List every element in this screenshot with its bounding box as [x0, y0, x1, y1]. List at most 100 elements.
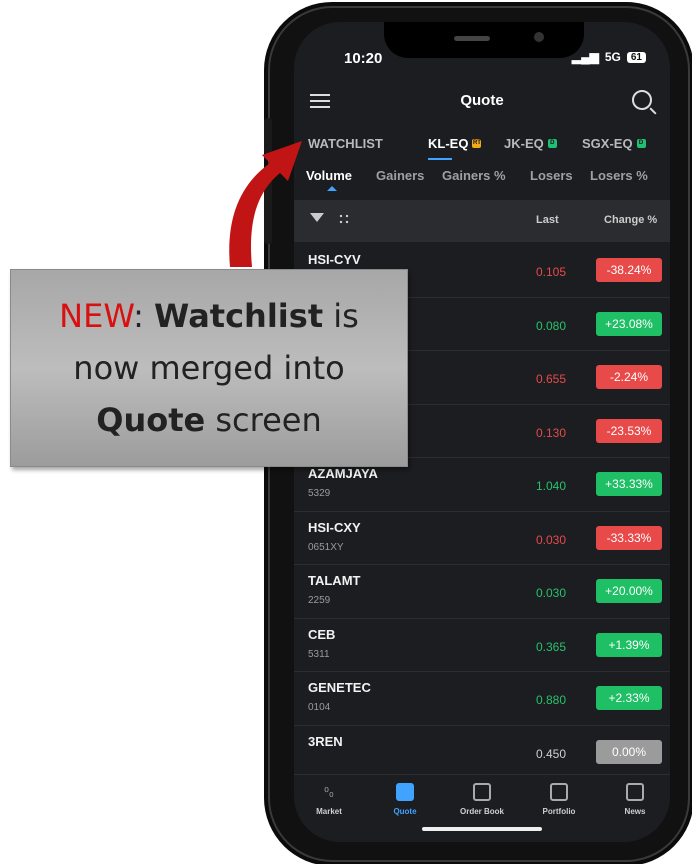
tab-sgx-eq[interactable]: SGX-EQ D [582, 136, 646, 151]
delayed-badge: D [636, 139, 646, 148]
nav-label: Portfolio [542, 807, 576, 816]
change-badge: 0.00% [596, 739, 662, 764]
search-icon[interactable] [632, 90, 652, 110]
change-badge: -23.53% [596, 418, 662, 443]
stock-symbol: HSI-CYV [308, 252, 361, 267]
status-indicators: ▂▄▆ 5G 61 [572, 50, 646, 64]
sort-gainers[interactable]: Gainers [376, 168, 424, 183]
chart-icon [396, 783, 414, 801]
network-label: 5G [604, 50, 621, 64]
last-price: 0.365 [535, 639, 566, 654]
stock-symbol: GENETEC [308, 680, 371, 695]
tab-jk-eq[interactable]: JK-EQ D [504, 136, 557, 151]
callout-text: NEW: Watchlist is now merged into Quote … [11, 290, 407, 446]
sort-gainers-pct[interactable]: Gainers % [442, 168, 506, 183]
callout-box: NEW: Watchlist is now merged into Quote … [10, 269, 408, 467]
stock-symbol: 3REN [308, 733, 343, 749]
column-change[interactable]: Change % [604, 214, 657, 226]
tab-watchlist[interactable]: WATCHLIST [308, 136, 383, 151]
nav-portfolio[interactable]: Portfolio [524, 783, 594, 816]
table-row[interactable]: HSI-CXY 0651XY 0.030 -33.33% [294, 512, 670, 565]
callout-line-1: NEW: Watchlist is [11, 290, 407, 342]
news-icon [626, 783, 644, 801]
callout-colon: : [133, 297, 144, 335]
grid-icon[interactable] [338, 213, 350, 225]
active-tab-underline [428, 158, 452, 160]
nav-quote[interactable]: Quote [370, 783, 440, 816]
change-badge: -2.24% [596, 365, 662, 389]
last-price: 0.030 [535, 532, 566, 547]
tab-label: KL-EQ [428, 136, 469, 151]
watchlist-label: Watchlist [154, 297, 324, 335]
new-label: NEW [59, 297, 134, 335]
speaker-grille [454, 36, 490, 41]
sort-volume[interactable]: Volume [306, 168, 352, 183]
battery-icon: 61 [626, 51, 646, 63]
callout-text-1: is [323, 297, 359, 335]
red-arrow-icon [229, 141, 302, 267]
change-badge: +20.00% [596, 579, 662, 603]
nav-market[interactable]: ⁰₀ Market [294, 783, 364, 816]
market-icon: ⁰₀ [324, 785, 334, 799]
stock-symbol: AZAMJAYA [308, 466, 378, 481]
change-badge: -33.33% [596, 525, 662, 550]
bottom-nav: ⁰₀ Market Quote Order Book Portfolio New… [294, 774, 670, 842]
table-row[interactable]: GENETEC 0104 0.880 +2.33% [294, 672, 670, 726]
table-row[interactable]: TALAMT 2259 0.030 +20.00% [294, 565, 670, 619]
last-price: 1.040 [535, 479, 566, 493]
callout-line-3: Quote screen [11, 394, 407, 446]
nav-order-book[interactable]: Order Book [447, 783, 517, 816]
change-badge: +23.08% [596, 311, 662, 336]
stock-symbol: TALAMT [308, 573, 361, 588]
stock-code: 2259 [308, 595, 331, 606]
home-indicator [422, 827, 542, 831]
change-badge: +33.33% [596, 472, 662, 496]
cart-icon [473, 783, 491, 801]
tab-kl-eq[interactable]: KL-EQ RT [428, 136, 482, 151]
stock-symbol: CEB [308, 626, 336, 642]
sort-losers-pct[interactable]: Losers % [590, 168, 648, 183]
nav-label: News [624, 807, 646, 816]
briefcase-icon [550, 783, 568, 801]
table-header: Last Change % [294, 200, 670, 242]
realtime-badge: RT [472, 139, 482, 148]
stock-code: 5329 [308, 488, 331, 499]
stock-code: 0104 [308, 702, 331, 713]
column-last[interactable]: Last [536, 214, 559, 226]
callout-line-2: now merged into [73, 349, 345, 387]
tab-label: WATCHLIST [308, 136, 383, 151]
callout-text-3: screen [205, 401, 322, 439]
stock-code: 0651XY [308, 541, 344, 553]
market-tabs: WATCHLIST KL-EQ RT JK-EQ D SGX-EQ D [294, 132, 670, 160]
sort-losers[interactable]: Losers [530, 168, 573, 183]
last-price: 0.030 [535, 586, 566, 600]
change-badge: +2.33% [596, 686, 662, 710]
last-price: 0.450 [535, 746, 566, 761]
camera-dot [534, 32, 544, 42]
nav-label: Order Book [459, 807, 504, 816]
top-bar: Quote [294, 84, 670, 124]
last-price: 0.655 [535, 372, 566, 386]
delayed-badge: D [547, 139, 557, 148]
tab-label: JK-EQ [504, 136, 544, 151]
last-price: 0.130 [535, 425, 566, 440]
signal-icon: ▂▄▆ [571, 50, 599, 64]
tab-label: SGX-EQ [582, 136, 633, 151]
sort-tabs: Volume Gainers Gainers % Losers Losers % [294, 164, 670, 191]
nav-news[interactable]: News [600, 783, 670, 816]
table-row[interactable]: CEB 5311 0.365 +1.39% [294, 619, 670, 672]
filter-icon[interactable] [310, 213, 324, 222]
page-title: Quote [460, 92, 504, 109]
table-row[interactable]: 3REN 0.450 0.00% [294, 726, 670, 779]
active-sort-caret [327, 186, 337, 191]
last-price: 0.080 [535, 318, 566, 333]
last-price: 0.105 [535, 265, 566, 279]
stock-symbol: HSI-CXY [308, 519, 361, 535]
nav-label: Quote [393, 807, 417, 816]
change-badge: +1.39% [596, 632, 662, 657]
last-price: 0.880 [535, 693, 566, 707]
quote-label: Quote [96, 401, 206, 439]
stock-code: 5311 [308, 648, 330, 660]
notch [384, 22, 584, 58]
change-badge: -38.24% [596, 258, 662, 282]
